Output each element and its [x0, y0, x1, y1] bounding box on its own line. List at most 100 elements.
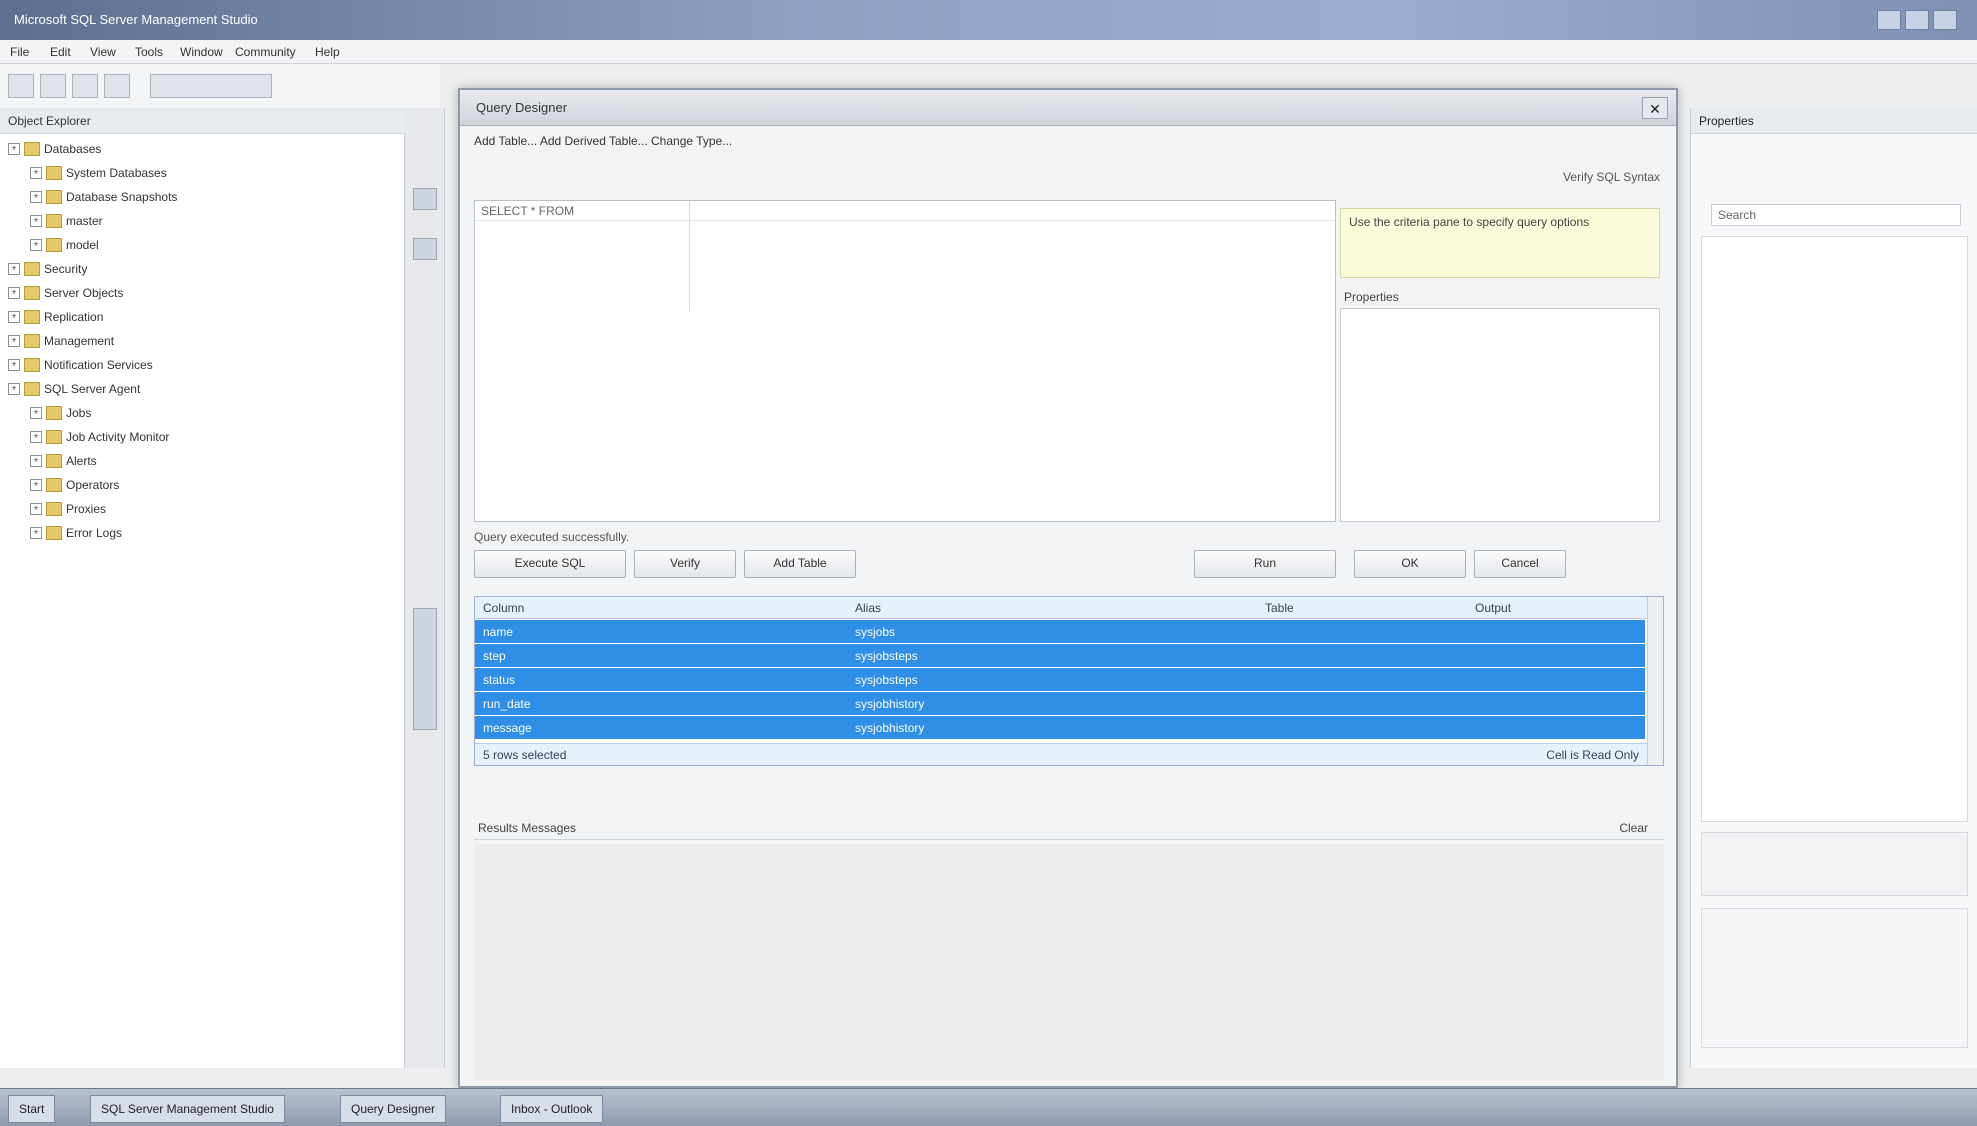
expand-icon[interactable]: + [30, 503, 42, 515]
tree-item[interactable]: + Proxies [0, 498, 400, 520]
taskbar-item-query-designer[interactable]: Query Designer [340, 1095, 447, 1123]
close-icon[interactable] [1933, 10, 1957, 30]
grid-scrollbar[interactable] [1647, 597, 1663, 765]
tree-item-label: Replication [44, 310, 104, 324]
maximize-icon[interactable] [1905, 10, 1929, 30]
tree-item[interactable]: + Notification Services [0, 354, 400, 376]
tree-item[interactable]: + Security [0, 258, 400, 280]
cancel-button[interactable]: Cancel [1474, 550, 1566, 578]
menu-help[interactable]: Help [315, 45, 340, 59]
expand-icon[interactable]: + [30, 431, 42, 443]
dialog-subheader: Add Table... Add Derived Table... Change… [474, 134, 733, 148]
tree-item[interactable]: + SQL Server Agent [0, 378, 400, 400]
status-line: Query executed successfully. [474, 530, 630, 544]
grid-header-alias[interactable]: Alias [855, 601, 881, 615]
menu-window[interactable]: Window [180, 45, 223, 59]
new-query-icon[interactable] [8, 74, 34, 98]
expand-icon[interactable]: + [8, 287, 20, 299]
grid-header-column[interactable]: Column [483, 601, 524, 615]
expand-icon[interactable]: + [8, 311, 20, 323]
dialog-close-button[interactable]: ✕ [1642, 97, 1668, 119]
toolbox-icon[interactable] [413, 188, 437, 210]
properties-search[interactable]: Search [1711, 204, 1961, 226]
tree-item-label: Management [44, 334, 115, 348]
expand-icon[interactable]: + [8, 359, 20, 371]
tree-item[interactable]: + Server Objects [0, 282, 400, 304]
menu-edit[interactable]: Edit [50, 45, 71, 59]
expand-icon[interactable]: + [8, 383, 20, 395]
table-row[interactable]: message sysjobhistory [475, 716, 1645, 739]
grid-header-output[interactable]: Output [1475, 601, 1511, 615]
expand-icon[interactable]: + [30, 479, 42, 491]
properties-description [1701, 908, 1968, 1048]
tree-item[interactable]: + Replication [0, 306, 400, 328]
start-button[interactable]: Start [8, 1095, 56, 1123]
folder-icon [24, 358, 40, 372]
folder-icon [24, 142, 40, 156]
verify-syntax-link[interactable]: Verify SQL Syntax [1440, 170, 1660, 190]
results-pane [474, 844, 1664, 1080]
expand-icon[interactable]: + [8, 335, 20, 347]
tree-item[interactable]: + Job Activity Monitor [0, 426, 400, 448]
clear-button[interactable]: Clear [1619, 821, 1648, 835]
menu-community[interactable]: Community [235, 45, 296, 59]
expand-icon[interactable]: + [30, 455, 42, 467]
expand-icon[interactable]: + [8, 263, 20, 275]
expand-icon[interactable]: + [8, 143, 20, 155]
scrollbar-thumb[interactable] [413, 608, 437, 730]
tree-item-label: Alerts [66, 454, 97, 468]
expand-icon[interactable]: + [30, 167, 42, 179]
folder-icon [24, 286, 40, 300]
grid-header-table[interactable]: Table [1265, 601, 1294, 615]
menu-tools[interactable]: Tools [135, 45, 163, 59]
ok-button[interactable]: OK [1354, 550, 1466, 578]
table-row[interactable]: status sysjobsteps [475, 668, 1645, 691]
tree-item[interactable]: + Management [0, 330, 400, 352]
execute-icon[interactable] [104, 74, 130, 98]
expand-icon[interactable]: + [30, 191, 42, 203]
expand-icon[interactable]: + [30, 407, 42, 419]
expand-icon[interactable]: + [30, 215, 42, 227]
taskbar-item-ssms[interactable]: SQL Server Management Studio [90, 1095, 285, 1123]
minimize-icon[interactable] [1877, 10, 1901, 30]
tree-item-label: Databases [44, 142, 102, 156]
verify-button[interactable]: Verify [634, 550, 736, 578]
tree-item[interactable]: + Alerts [0, 450, 400, 472]
tree-item[interactable]: + model [0, 234, 400, 256]
table-row[interactable]: run_date sysjobhistory [475, 692, 1645, 715]
folder-icon [46, 454, 62, 468]
grid-header: Column Alias Table Output [475, 597, 1663, 619]
results-tab-bar: Results Messages Clear [474, 816, 1664, 840]
side-toolbox [405, 108, 445, 1068]
table-row[interactable]: step sysjobsteps [475, 644, 1645, 667]
cell-column: status [483, 673, 516, 687]
run-button[interactable]: Run [1194, 550, 1336, 578]
results-grid: Column Alias Table Output name sysjobs ste… [474, 596, 1664, 766]
execute-sql-button[interactable]: Execute SQL [474, 550, 626, 578]
save-icon[interactable] [72, 74, 98, 98]
menu-file[interactable]: File [10, 45, 29, 59]
properties-icon[interactable] [413, 238, 437, 260]
open-icon[interactable] [40, 74, 66, 98]
expand-icon[interactable]: + [30, 239, 42, 251]
add-table-button[interactable]: Add Table [744, 550, 856, 578]
menu-view[interactable]: View [90, 45, 116, 59]
taskbar-item-outlook[interactable]: Inbox - Outlook [500, 1095, 604, 1123]
tree-item[interactable]: + Jobs [0, 402, 400, 424]
tree-item[interactable]: + Error Logs [0, 522, 400, 544]
expand-icon[interactable]: + [30, 527, 42, 539]
tree-item-label: Jobs [66, 406, 92, 420]
cell-table: sysjobs [855, 625, 896, 639]
tree-item[interactable]: + master [0, 210, 400, 232]
results-tabs[interactable]: Results Messages [478, 821, 576, 835]
tree-item[interactable]: + Databases [0, 138, 400, 160]
sql-editor[interactable]: SELECT * FROM [474, 200, 1336, 522]
tree-item-label: Server Objects [44, 286, 124, 300]
help-box: Use the criteria pane to specify query o… [1340, 208, 1660, 278]
tree-item[interactable]: + Operators [0, 474, 400, 496]
grid-footer: 5 rows selected Cell is Read Only [475, 743, 1663, 765]
tree-item[interactable]: + System Databases [0, 162, 400, 184]
tree-item[interactable]: + Database Snapshots [0, 186, 400, 208]
database-select[interactable] [150, 74, 272, 98]
table-row[interactable]: name sysjobs [475, 620, 1645, 643]
